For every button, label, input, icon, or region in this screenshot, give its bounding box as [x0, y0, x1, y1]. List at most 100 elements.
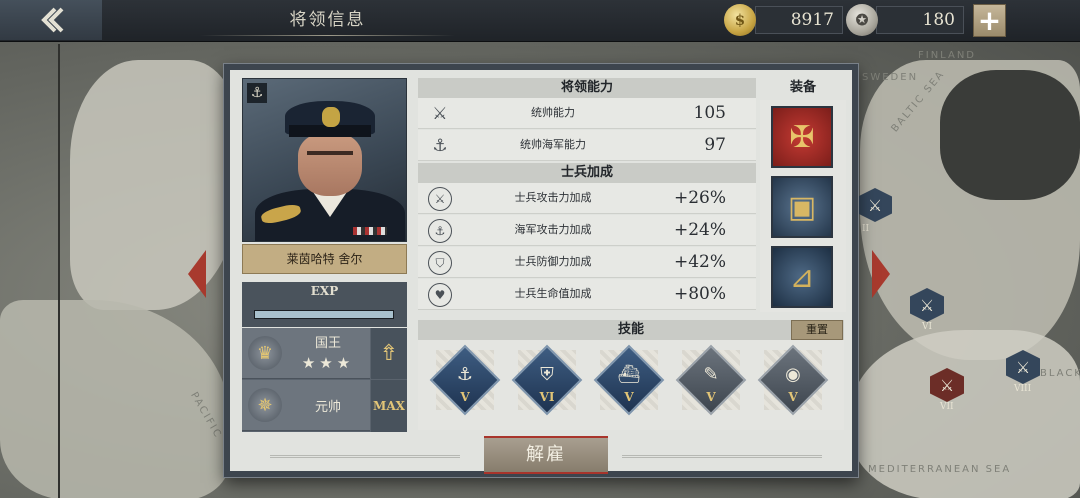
bomb-wrench-icon: ✎: [703, 364, 719, 385]
bonus-label: 海军攻击力加成: [514, 223, 592, 236]
military-rank: 元帅: [314, 400, 341, 415]
skills-row: ⚓ V ⛨ VI ⛴ V ✎ V ◉ V: [418, 340, 844, 430]
back-button[interactable]: [0, 0, 102, 40]
decorative-divider: [622, 455, 822, 458]
bonus-value: +26%: [673, 188, 726, 208]
general-info-panel: ⚓ 莱茵哈特 舍尔 EXP ♛ 国王 ★★★ ⇮ ✵ 元帅 MAX 将领能力 ⚔…: [224, 64, 858, 477]
military-rank-row: ✵ 元帅: [242, 380, 370, 431]
ability-row: ⚔ 统帅能力 105: [418, 98, 756, 129]
skill-level: V: [788, 390, 798, 404]
anchor-wreath-icon: ⚓: [456, 364, 474, 385]
health-icon: ♥: [428, 283, 452, 307]
portrait-cap-badge: [322, 107, 340, 127]
crossed-swords-icon: ⚔: [867, 195, 883, 215]
skill-level: V: [706, 390, 716, 404]
bonus-header: 士兵加成: [418, 163, 756, 183]
exp-bar-fill: [255, 311, 393, 318]
map-label: FINLAND: [918, 50, 977, 61]
gold-coin-icon: $: [724, 4, 756, 36]
equipment-slot[interactable]: ▣: [771, 176, 833, 238]
naval-attack-icon: ⚓: [428, 219, 452, 243]
equipment-column: ✠ ▣ ⊿: [760, 100, 846, 312]
chevron-up-icon: ⇮: [379, 341, 399, 366]
anchor-icon: ⚓: [247, 83, 267, 103]
defense-icon: ⛉: [428, 251, 452, 275]
abilities-header: 将领能力: [418, 78, 756, 98]
equipment-slot[interactable]: ✠: [771, 106, 833, 168]
crossed-swords-icon: ⚔: [939, 375, 955, 395]
sextant-icon: ⊿: [789, 259, 815, 295]
bonus-label: 士兵攻击力加成: [514, 191, 592, 204]
skill-slot[interactable]: ✎ V: [675, 344, 747, 420]
rank-stars: ★★★: [301, 354, 355, 372]
unit-level: VI: [922, 322, 933, 332]
anchor-icon: ⚓: [432, 136, 448, 156]
reset-skills-button[interactable]: 重置: [791, 320, 843, 340]
back-arrow-icon: [41, 7, 64, 33]
equipment-header: 装备: [789, 80, 816, 95]
crown-icon: ♛: [248, 336, 282, 370]
next-general-arrow[interactable]: [872, 250, 890, 298]
warship-shield-icon: ⛨: [540, 364, 554, 385]
gold-counter: 8917: [755, 6, 843, 34]
exp-bar: [254, 310, 394, 319]
title-rank-row: ♛ 国王 ★★★: [242, 328, 370, 379]
silver-medal-icon: ✪: [846, 4, 878, 36]
gold-amount: 8917: [790, 10, 834, 30]
unit-level: II: [862, 224, 870, 234]
ability-value: 105: [693, 103, 726, 123]
crossed-swords-icon: ⚔: [919, 295, 935, 315]
portrait-brow: [307, 151, 353, 155]
map-label: MEDITERRANEAN SEA: [868, 464, 1012, 475]
battleship-icon: ⛴: [617, 364, 641, 385]
crossed-swords-icon: ⚔: [432, 104, 448, 124]
add-currency-button[interactable]: +: [973, 4, 1006, 37]
eye-icon: ◉: [785, 364, 801, 385]
exp-label: EXP: [310, 284, 339, 298]
supply-crate-icon: ▣: [787, 189, 817, 225]
equipment-slot[interactable]: ⊿: [771, 246, 833, 308]
silver-counter: 180: [876, 6, 964, 34]
skill-slot[interactable]: ⚓ V: [429, 344, 501, 420]
ability-label: 统帅海军能力: [520, 138, 586, 151]
unit-level: VII: [940, 402, 954, 412]
general-portrait: ⚓: [242, 78, 407, 242]
map-label: SWEDEN: [862, 72, 919, 83]
portrait-face: [298, 134, 362, 196]
bonus-row: ⚓ 海军攻击力加成 +24%: [418, 215, 756, 246]
rank-title: 国王: [314, 336, 341, 351]
silver-amount: 180: [922, 10, 955, 30]
page-title: 将领信息: [289, 10, 366, 30]
bonus-label: 士兵生命值加成: [514, 287, 592, 300]
map-gridline: [58, 44, 60, 498]
bonus-row: ♥ 士兵生命值加成 +80%: [418, 279, 756, 310]
map-landmass: [70, 60, 240, 310]
bonus-label: 士兵防御力加成: [514, 255, 592, 268]
map-label: BLACK: [1040, 368, 1080, 379]
bonus-row: ⚔ 士兵攻击力加成 +26%: [418, 183, 756, 214]
skill-slot[interactable]: ⛨ VI: [511, 344, 583, 420]
ability-value: 97: [704, 135, 726, 155]
skill-slot[interactable]: ⛴ V: [593, 344, 665, 420]
portrait-ribbon: [353, 227, 387, 235]
general-name: 莱茵哈特 舍尔: [242, 244, 407, 274]
crossed-swords-icon: ⚔: [1015, 357, 1031, 377]
dismiss-button[interactable]: 解雇: [484, 436, 608, 474]
skill-level: V: [460, 390, 470, 404]
title-underline: [200, 35, 455, 36]
attack-bonus-icon: ⚔: [428, 187, 452, 211]
previous-general-arrow[interactable]: [188, 250, 206, 298]
map-sea: [940, 70, 1080, 200]
unit-level: VIII: [1014, 384, 1032, 394]
skill-slot[interactable]: ◉ V: [757, 344, 829, 420]
skill-level: VI: [539, 390, 555, 404]
bonus-value: +80%: [673, 284, 726, 304]
marshal-insignia-icon: ✵: [248, 388, 282, 422]
decorative-divider: [270, 455, 460, 458]
skill-level: V: [624, 390, 634, 404]
ability-row: ⚓ 统帅海军能力 97: [418, 130, 756, 161]
rank-section: ♛ 国王 ★★★ ⇮ ✵ 元帅 MAX: [242, 328, 407, 432]
bonus-value: +42%: [673, 252, 726, 272]
bonus-row: ⛉ 士兵防御力加成 +42%: [418, 247, 756, 278]
promote-button[interactable]: ⇮: [371, 328, 407, 379]
